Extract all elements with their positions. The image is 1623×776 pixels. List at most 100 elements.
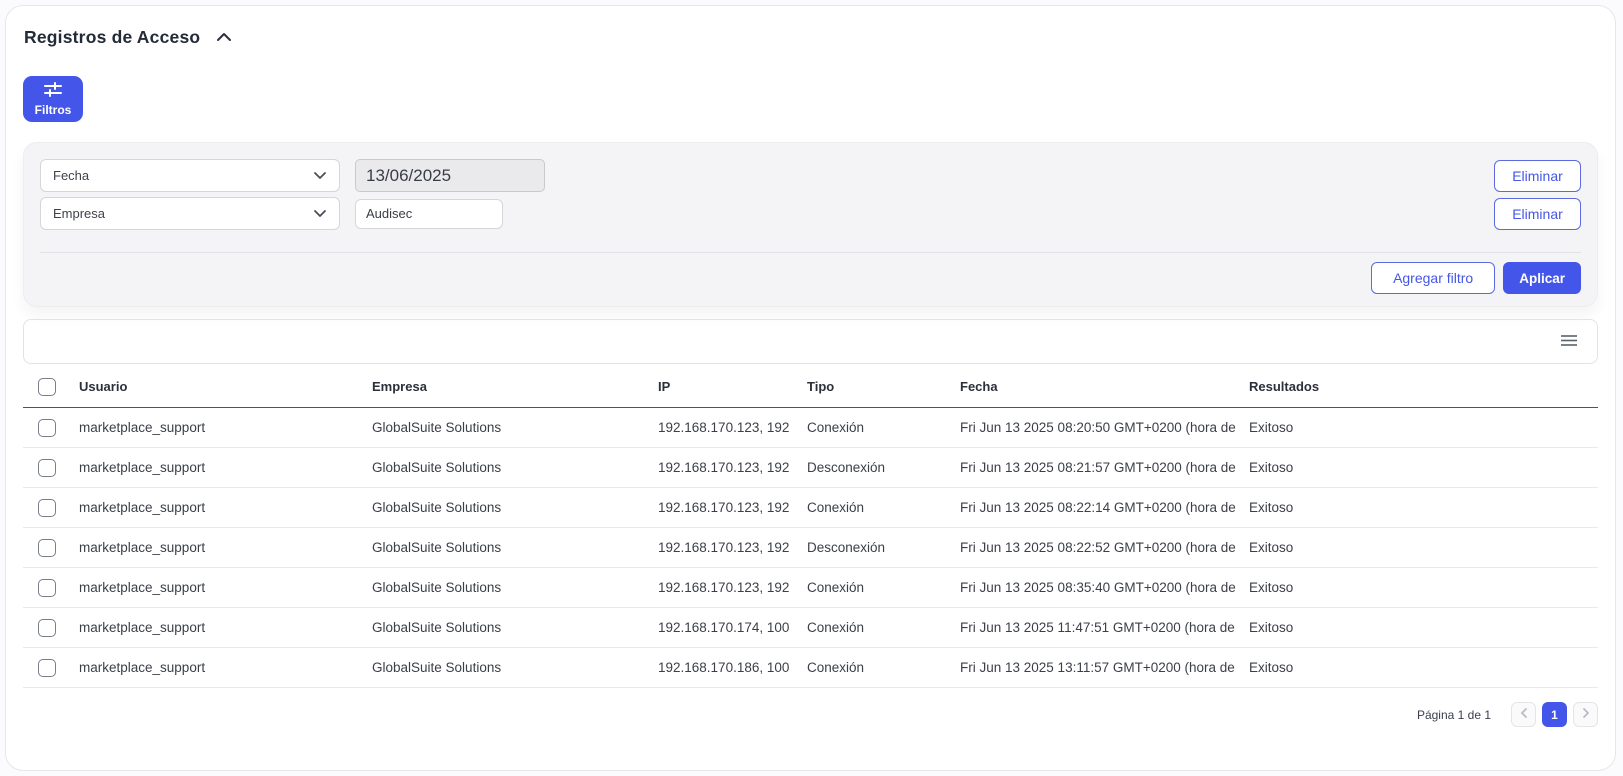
- column-header-resultados: Resultados: [1249, 379, 1598, 394]
- cell-ip: 192.168.170.123, 192: [658, 420, 807, 435]
- page-title: Registros de Acceso: [24, 27, 200, 48]
- current-page-button[interactable]: 1: [1542, 702, 1567, 727]
- cell-tipo: Conexión: [807, 580, 960, 595]
- access-logs-page: Registros de Acceso Filtros: [0, 0, 1623, 776]
- previous-page-button[interactable]: [1511, 702, 1536, 727]
- apply-filters-button[interactable]: Aplicar: [1503, 262, 1581, 294]
- filter-text-input[interactable]: [355, 199, 503, 229]
- column-header-tipo: Tipo: [807, 379, 960, 394]
- cell-fecha: Fri Jun 13 2025 11:47:51 GMT+0200 (hora …: [960, 620, 1249, 635]
- chevron-up-icon: [216, 30, 232, 45]
- chevron-left-icon: [1520, 707, 1528, 722]
- row-checkbox-cell: [23, 459, 79, 477]
- next-page-button[interactable]: [1573, 702, 1598, 727]
- cell-usuario: marketplace_support: [79, 460, 372, 475]
- cell-empresa: GlobalSuite Solutions: [372, 660, 658, 675]
- pagination: Página 1 de 1 1: [23, 702, 1598, 727]
- column-header-empresa: Empresa: [372, 379, 658, 394]
- table-row: marketplace_supportGlobalSuite Solutions…: [23, 528, 1598, 568]
- filter-row-fecha: Fecha Eliminar: [40, 159, 1581, 192]
- cell-ip: 192.168.170.123, 192: [658, 460, 807, 475]
- row-checkbox-cell: [23, 659, 79, 677]
- cell-fecha: Fri Jun 13 2025 13:11:57 GMT+0200 (hora …: [960, 660, 1249, 675]
- filter-field-select-empresa[interactable]: Empresa: [40, 197, 340, 230]
- cell-empresa: GlobalSuite Solutions: [372, 580, 658, 595]
- cell-ip: 192.168.170.123, 192: [658, 540, 807, 555]
- table-menu-button[interactable]: [1556, 330, 1582, 354]
- panel-divider: [40, 252, 1581, 253]
- cell-tipo: Conexión: [807, 660, 960, 675]
- column-header-ip: IP: [658, 379, 807, 394]
- cell-resultados: Exitoso: [1249, 540, 1598, 555]
- cell-resultados: Exitoso: [1249, 420, 1598, 435]
- cell-resultados: Exitoso: [1249, 460, 1598, 475]
- cell-usuario: marketplace_support: [79, 620, 372, 635]
- row-checkbox[interactable]: [38, 579, 56, 597]
- chevron-right-icon: [1582, 707, 1590, 722]
- row-checkbox-cell: [23, 419, 79, 437]
- cell-empresa: GlobalSuite Solutions: [372, 540, 658, 555]
- table-row: marketplace_supportGlobalSuite Solutions…: [23, 488, 1598, 528]
- cell-tipo: Desconexión: [807, 540, 960, 555]
- table-toolbar: [23, 319, 1598, 364]
- select-all-cell: [23, 378, 79, 396]
- filter-panel: Fecha Eliminar Empresa Eli: [23, 142, 1598, 307]
- column-header-usuario: Usuario: [79, 379, 372, 394]
- add-filter-button[interactable]: Agregar filtro: [1371, 262, 1495, 294]
- select-all-checkbox[interactable]: [38, 378, 56, 396]
- hamburger-menu-icon: [1560, 334, 1578, 350]
- collapse-section-button[interactable]: [214, 28, 234, 47]
- remove-filter-button-fecha[interactable]: Eliminar: [1494, 160, 1581, 192]
- filter-row-empresa: Empresa Eliminar: [40, 197, 1581, 230]
- cell-ip: 192.168.170.174, 100: [658, 620, 807, 635]
- cell-tipo: Desconexión: [807, 460, 960, 475]
- filters-button[interactable]: Filtros: [23, 76, 83, 122]
- cell-ip: 192.168.170.123, 192: [658, 500, 807, 515]
- row-checkbox[interactable]: [38, 499, 56, 517]
- filter-field-label: Empresa: [53, 206, 105, 221]
- sliders-icon: [43, 81, 63, 100]
- cell-empresa: GlobalSuite Solutions: [372, 420, 658, 435]
- table-row: marketplace_supportGlobalSuite Solutions…: [23, 448, 1598, 488]
- cell-usuario: marketplace_support: [79, 580, 372, 595]
- filter-field-select-fecha[interactable]: Fecha: [40, 159, 340, 192]
- cell-tipo: Conexión: [807, 500, 960, 515]
- cell-fecha: Fri Jun 13 2025 08:21:57 GMT+0200 (hora …: [960, 460, 1249, 475]
- cell-resultados: Exitoso: [1249, 500, 1598, 515]
- cell-resultados: Exitoso: [1249, 620, 1598, 635]
- row-checkbox[interactable]: [38, 619, 56, 637]
- cell-usuario: marketplace_support: [79, 540, 372, 555]
- table-row: marketplace_supportGlobalSuite Solutions…: [23, 608, 1598, 648]
- row-checkbox[interactable]: [38, 419, 56, 437]
- table-header-row: Usuario Empresa IP Tipo Fecha Resultados: [23, 366, 1598, 408]
- chevron-down-icon: [313, 206, 327, 221]
- cell-fecha: Fri Jun 13 2025 08:22:14 GMT+0200 (hora …: [960, 500, 1249, 515]
- table-body: marketplace_supportGlobalSuite Solutions…: [23, 408, 1598, 688]
- row-checkbox[interactable]: [38, 659, 56, 677]
- cell-ip: 192.168.170.123, 192: [658, 580, 807, 595]
- cell-resultados: Exitoso: [1249, 580, 1598, 595]
- cell-fecha: Fri Jun 13 2025 08:22:52 GMT+0200 (hora …: [960, 540, 1249, 555]
- table-row: marketplace_supportGlobalSuite Solutions…: [23, 648, 1598, 688]
- cell-empresa: GlobalSuite Solutions: [372, 500, 658, 515]
- cell-tipo: Conexión: [807, 620, 960, 635]
- filter-field-label: Fecha: [53, 168, 89, 183]
- page-info: Página 1 de 1: [1417, 708, 1491, 722]
- cell-usuario: marketplace_support: [79, 500, 372, 515]
- cell-resultados: Exitoso: [1249, 660, 1598, 675]
- row-checkbox[interactable]: [38, 459, 56, 477]
- filter-date-input[interactable]: [355, 159, 545, 192]
- column-header-fecha: Fecha: [960, 379, 1249, 394]
- cell-usuario: marketplace_support: [79, 660, 372, 675]
- cell-empresa: GlobalSuite Solutions: [372, 620, 658, 635]
- cell-empresa: GlobalSuite Solutions: [372, 460, 658, 475]
- cell-fecha: Fri Jun 13 2025 08:35:40 GMT+0200 (hora …: [960, 580, 1249, 595]
- remove-filter-button-empresa[interactable]: Eliminar: [1494, 198, 1581, 230]
- access-logs-card: Registros de Acceso Filtros: [5, 5, 1616, 771]
- row-checkbox-cell: [23, 539, 79, 557]
- row-checkbox[interactable]: [38, 539, 56, 557]
- cell-fecha: Fri Jun 13 2025 08:20:50 GMT+0200 (hora …: [960, 420, 1249, 435]
- row-checkbox-cell: [23, 579, 79, 597]
- chevron-down-icon: [313, 168, 327, 183]
- table-row: marketplace_supportGlobalSuite Solutions…: [23, 568, 1598, 608]
